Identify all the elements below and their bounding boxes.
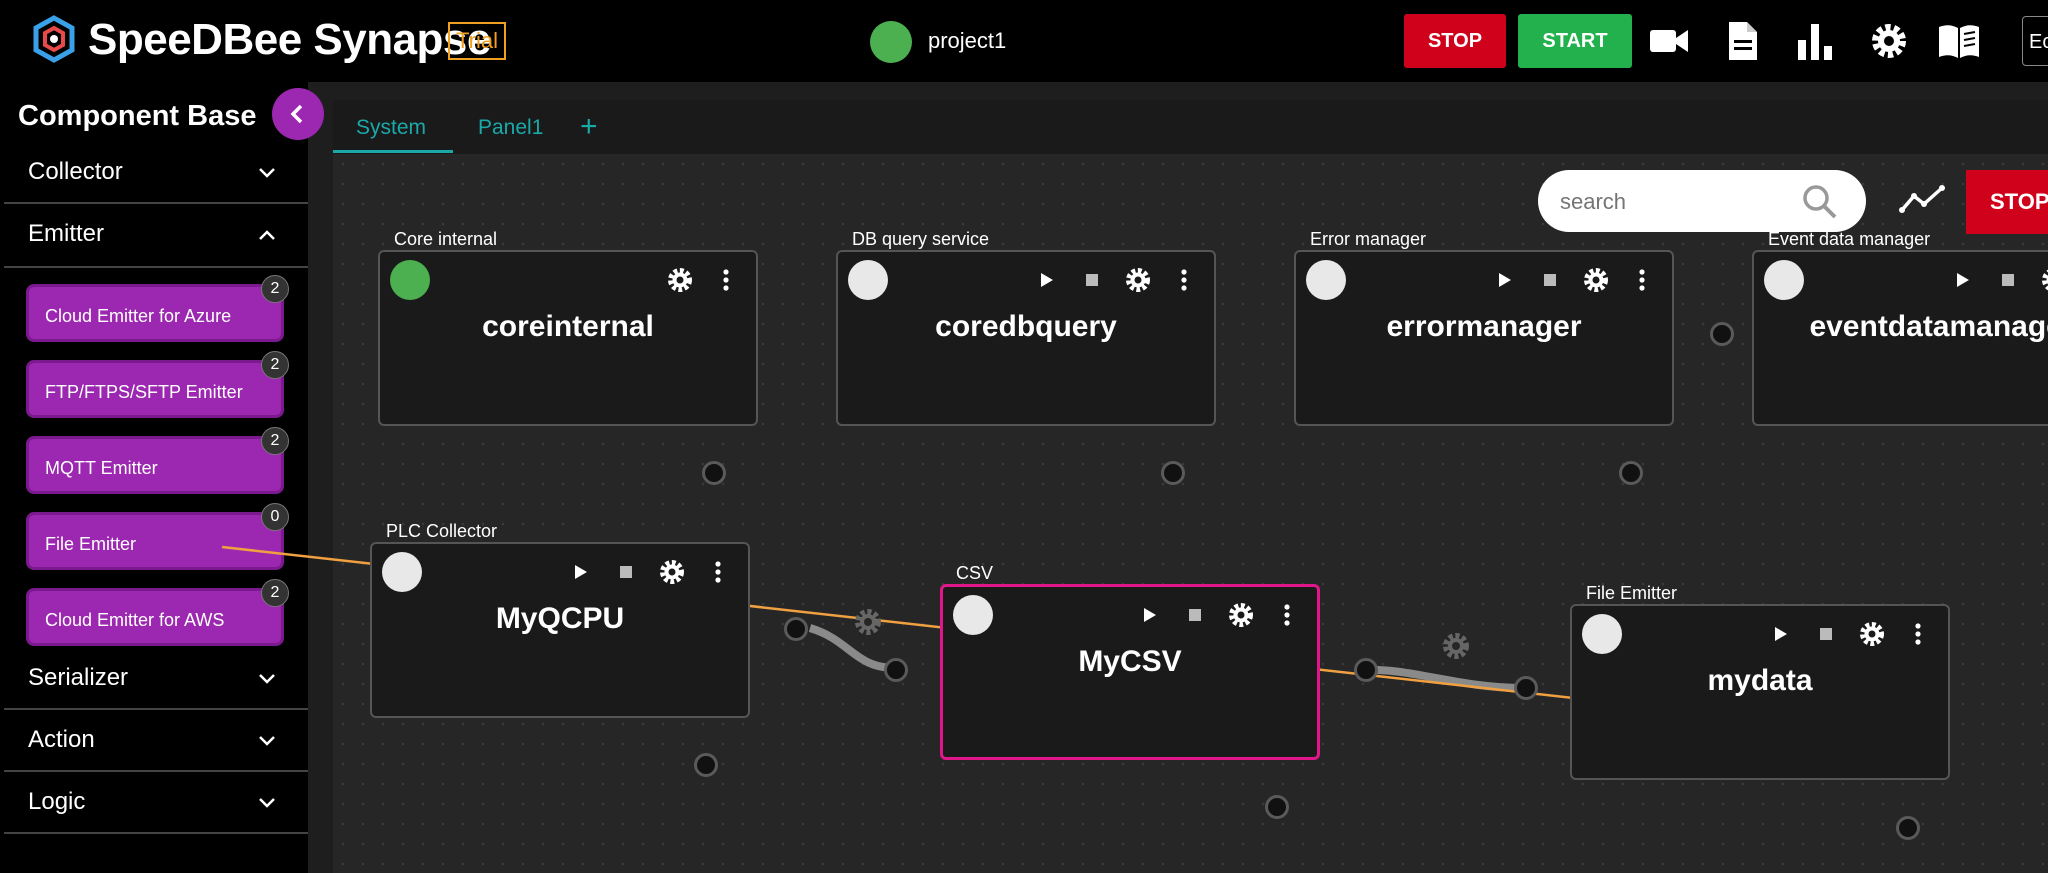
node-port[interactable] (702, 461, 726, 485)
status-indicator (953, 595, 993, 635)
node-name: MyQCPU (495, 602, 625, 635)
gear-icon[interactable] (1122, 264, 1154, 296)
node-name: eventdatamanager (1809, 310, 2048, 343)
stop-icon[interactable] (1534, 264, 1566, 296)
play-icon[interactable] (1946, 264, 1978, 296)
stop-icon[interactable] (1992, 264, 2024, 296)
node-port[interactable] (1619, 461, 1643, 485)
node-name: mydata (1707, 664, 1813, 697)
node-clip: eventdatamanager (1752, 250, 2048, 426)
node-caption: Core internal (394, 229, 498, 249)
stop-icon[interactable] (610, 556, 642, 588)
node-port[interactable] (1896, 816, 1920, 840)
status-indicator (1306, 260, 1346, 300)
gear-icon[interactable] (664, 264, 696, 296)
node-port[interactable] (1514, 676, 1538, 700)
node-caption: DB query service (852, 229, 990, 249)
gear-icon[interactable] (1225, 599, 1257, 631)
node-caption: PLC Collector (386, 521, 498, 541)
node-mycsv[interactable]: MyCSV (940, 584, 1320, 760)
gear-icon[interactable] (656, 556, 688, 588)
node-mydata[interactable]: mydata (1570, 604, 1950, 780)
more-vertical-icon[interactable] (702, 556, 734, 588)
node-caption: CSV (956, 563, 994, 583)
status-indicator (1764, 260, 1804, 300)
node-myqcpu[interactable]: MyQCPU (370, 542, 750, 718)
more-vertical-icon[interactable] (1271, 599, 1303, 631)
node-port[interactable] (1710, 322, 1734, 346)
play-icon[interactable] (1764, 618, 1796, 650)
node-name: coreinternal (482, 310, 654, 343)
node-port[interactable] (784, 617, 808, 641)
status-indicator (1582, 614, 1622, 654)
more-vertical-icon[interactable] (1168, 264, 1200, 296)
node-name: coredbquery (935, 310, 1117, 343)
node-port[interactable] (694, 753, 718, 777)
node-eventdatamanager[interactable]: eventdatamanager (1752, 250, 2048, 426)
gear-icon[interactable] (2038, 264, 2048, 296)
connection-gear-icon[interactable] (852, 606, 884, 638)
play-icon[interactable] (1488, 264, 1520, 296)
play-icon[interactable] (564, 556, 596, 588)
play-icon[interactable] (1133, 599, 1165, 631)
more-vertical-icon[interactable] (1902, 618, 1934, 650)
connection-gear-icon[interactable] (1440, 630, 1472, 662)
node-caption: File Emitter (1586, 583, 1678, 603)
more-vertical-icon[interactable] (1626, 264, 1658, 296)
play-icon[interactable] (1030, 264, 1062, 296)
stop-icon[interactable] (1076, 264, 1108, 296)
node-caption: Event data manager (1768, 229, 1931, 249)
node-name: MyCSV (1078, 645, 1182, 678)
node-caption: Error manager (1310, 229, 1427, 249)
node-port[interactable] (1161, 461, 1185, 485)
status-indicator (848, 260, 888, 300)
node-port[interactable] (1354, 658, 1378, 682)
status-indicator (390, 260, 430, 300)
gear-icon[interactable] (1856, 618, 1888, 650)
node-port[interactable] (884, 658, 908, 682)
gear-icon[interactable] (1580, 264, 1612, 296)
status-indicator (382, 552, 422, 592)
node-port[interactable] (1265, 795, 1289, 819)
more-vertical-icon[interactable] (710, 264, 742, 296)
node-coreinternal[interactable]: coreinternal (378, 250, 758, 426)
stop-icon[interactable] (1179, 599, 1211, 631)
node-coredbquery[interactable]: coredbquery (836, 250, 1216, 426)
stop-icon[interactable] (1810, 618, 1842, 650)
connection-line (1365, 665, 1523, 692)
node-name: errormanager (1386, 310, 1582, 343)
node-errormanager[interactable]: errormanager (1294, 250, 1674, 426)
